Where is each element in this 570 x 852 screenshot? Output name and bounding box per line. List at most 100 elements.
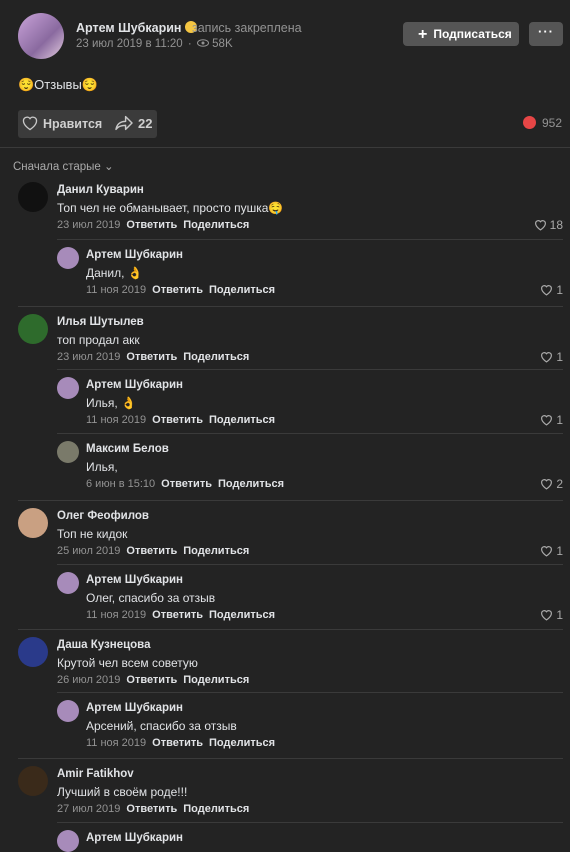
- comment-date[interactable]: 6 июн в 15:10: [86, 478, 155, 490]
- comment-divider: [57, 564, 563, 565]
- comment-divider: [18, 629, 563, 630]
- share-button[interactable]: 22: [114, 110, 152, 138]
- comment-text: Данил, 👌: [86, 266, 143, 280]
- comment-meta: 11 ноя 2019 Ответить Поделиться: [86, 414, 275, 426]
- heart-outline-icon: [541, 610, 553, 621]
- share-comment-button[interactable]: Поделиться: [183, 803, 249, 815]
- reply-button[interactable]: Ответить: [152, 737, 203, 749]
- reply-button[interactable]: Ответить: [126, 545, 177, 557]
- comment-text: Арсений, спасибо за отзыв: [86, 719, 237, 733]
- share-comment-button[interactable]: Поделиться: [209, 609, 275, 621]
- comment-text: Топ чел не обманывает, просто пушка🤤: [57, 201, 284, 215]
- share-comment-button[interactable]: Поделиться: [183, 351, 249, 363]
- post-meta: 23 июл 2019 в 11:20 · 58K: [76, 38, 233, 50]
- like-button[interactable]: Нравится: [21, 110, 102, 138]
- comment-like-button[interactable]: 1: [540, 283, 563, 297]
- comment-text: Топ не кидок: [57, 527, 128, 541]
- comment-meta: 11 ноя 2019 Ответить Поделиться: [86, 609, 275, 621]
- comment-text: Лучший в своём роде!!!: [57, 785, 188, 799]
- commenter-avatar[interactable]: [57, 700, 79, 722]
- reply-button[interactable]: Ответить: [161, 478, 212, 490]
- chevron-down-icon: ⌄: [104, 161, 114, 173]
- commenter-avatar[interactable]: [57, 441, 79, 463]
- comment-like-button[interactable]: 18: [534, 218, 563, 232]
- views-count: 58K: [212, 38, 233, 50]
- comment-divider: [57, 239, 563, 240]
- commenter-name[interactable]: Артем Шубкарин: [86, 379, 183, 391]
- heart-outline-icon: [541, 479, 553, 490]
- commenter-name[interactable]: Илья Шутылев: [57, 316, 144, 328]
- reactions-count[interactable]: 952: [523, 116, 562, 130]
- post-date[interactable]: 23 июл 2019 в 11:20: [76, 38, 183, 50]
- reply-button[interactable]: Ответить: [126, 219, 177, 231]
- comment-text: Илья,: [86, 460, 118, 474]
- comment-divider: [18, 758, 563, 759]
- commenter-avatar[interactable]: [57, 572, 79, 594]
- reply-button[interactable]: Ответить: [126, 351, 177, 363]
- commenter-avatar[interactable]: [18, 508, 48, 538]
- reply-button[interactable]: Ответить: [152, 609, 203, 621]
- comment-text: Илья, 👌: [86, 396, 136, 410]
- commenter-avatar[interactable]: [57, 377, 79, 399]
- comment-like-button[interactable]: 1: [540, 350, 563, 364]
- commenter-name[interactable]: Артем Шубкарин: [86, 574, 183, 586]
- comment-like-button[interactable]: 1: [540, 608, 563, 622]
- comment-date[interactable]: 25 июл 2019: [57, 545, 120, 557]
- comment-meta: 26 июл 2019 Ответить Поделиться: [57, 674, 249, 686]
- share-comment-button[interactable]: Поделиться: [209, 414, 275, 426]
- commenter-name[interactable]: Даша Кузнецова: [57, 639, 151, 651]
- commenter-name[interactable]: Артем Шубкарин: [86, 702, 183, 714]
- comment-divider: [57, 822, 563, 823]
- comment-like-button[interactable]: 1: [540, 544, 563, 558]
- commenter-avatar[interactable]: [18, 182, 48, 212]
- comment-meta: 11 ноя 2019 Ответить Поделиться: [86, 284, 275, 296]
- author-name[interactable]: Артем Шубкарин: [76, 21, 198, 35]
- commenter-avatar[interactable]: [18, 314, 48, 344]
- share-comment-button[interactable]: Поделиться: [218, 478, 284, 490]
- reply-button[interactable]: Ответить: [126, 674, 177, 686]
- comment-date[interactable]: 11 ноя 2019: [86, 609, 146, 621]
- reply-button[interactable]: Ответить: [152, 414, 203, 426]
- share-comment-button[interactable]: Поделиться: [209, 737, 275, 749]
- subscribe-button[interactable]: + Подписаться: [403, 22, 519, 46]
- more-button[interactable]: ···: [529, 22, 563, 46]
- commenter-name[interactable]: Олег Феофилов: [57, 510, 149, 522]
- commenter-avatar[interactable]: [57, 830, 79, 852]
- commenter-name[interactable]: Артем Шубкарин: [86, 832, 183, 844]
- comment-text: Олег, спасибо за отзыв: [86, 591, 216, 605]
- comment-like-button[interactable]: 1: [540, 413, 563, 427]
- author-avatar[interactable]: [18, 13, 64, 59]
- reply-button[interactable]: Ответить: [126, 803, 177, 815]
- reply-button[interactable]: Ответить: [152, 284, 203, 296]
- comment-date[interactable]: 23 июл 2019: [57, 219, 120, 231]
- commenter-avatar[interactable]: [18, 637, 48, 667]
- comment-date[interactable]: 11 ноя 2019: [86, 284, 146, 296]
- comment-date[interactable]: 23 июл 2019: [57, 351, 120, 363]
- heart-outline-icon: [541, 415, 553, 426]
- share-comment-button[interactable]: Поделиться: [209, 284, 275, 296]
- share-comment-button[interactable]: Поделиться: [183, 674, 249, 686]
- commenter-name[interactable]: Amir Fatikhov: [57, 768, 134, 780]
- share-comment-button[interactable]: Поделиться: [183, 219, 249, 231]
- comment-date[interactable]: 11 ноя 2019: [86, 737, 146, 749]
- comment-text: топ продал акк: [57, 333, 140, 347]
- share-comment-button[interactable]: Поделиться: [183, 545, 249, 557]
- comment-meta: 6 июн в 15:10 Ответить Поделиться: [86, 478, 284, 490]
- commenter-name[interactable]: Данил Куварин: [57, 184, 144, 196]
- comment-date[interactable]: 27 июл 2019: [57, 803, 120, 815]
- comment-like-button[interactable]: 2: [540, 477, 563, 491]
- heart-reaction-icon: [523, 116, 536, 129]
- commenter-avatar[interactable]: [57, 247, 79, 269]
- comment-divider: [18, 306, 563, 307]
- comment-meta: 27 июл 2019 Ответить Поделиться: [57, 803, 249, 815]
- commenter-name[interactable]: Максим Белов: [86, 443, 169, 455]
- commenter-name[interactable]: Артем Шубкарин: [86, 249, 183, 261]
- eye-icon: [196, 39, 209, 47]
- comment-date[interactable]: 11 ноя 2019: [86, 414, 146, 426]
- comment-divider: [57, 692, 563, 693]
- sort-dropdown[interactable]: Сначала старые ⌄: [13, 159, 114, 173]
- comment-meta: 11 ноя 2019 Ответить Поделиться: [86, 737, 275, 749]
- comment-date[interactable]: 26 июл 2019: [57, 674, 120, 686]
- commenter-avatar[interactable]: [18, 766, 48, 796]
- comment-meta: 25 июл 2019 Ответить Поделиться: [57, 545, 249, 557]
